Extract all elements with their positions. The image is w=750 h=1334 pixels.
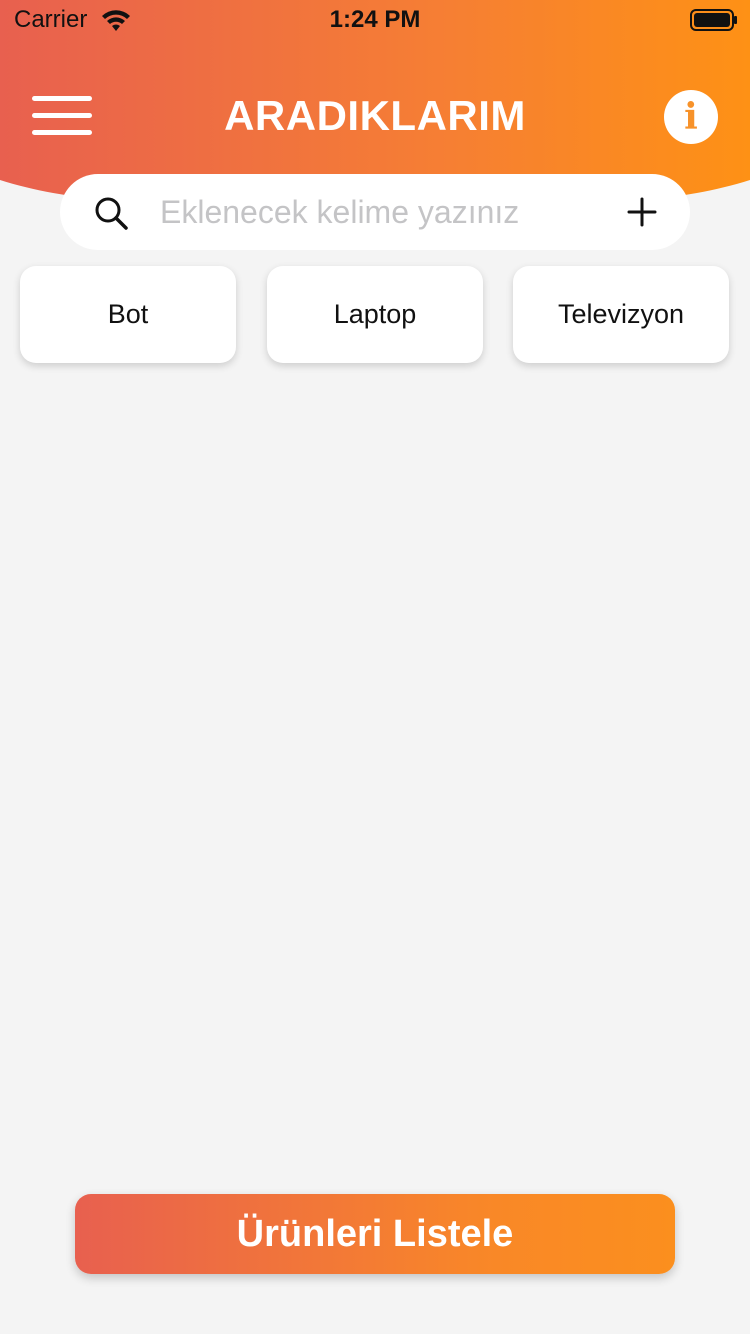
keyword-chip-label: Bot — [107, 299, 149, 329]
list-products-label: Ürünleri Listele — [236, 1213, 514, 1255]
keyword-chip-label: Televizyon — [557, 299, 685, 329]
keyword-chip[interactable]: Televizyon — [513, 266, 729, 363]
search-bar — [60, 174, 690, 250]
status-time: 1:24 PM — [329, 6, 421, 33]
keyword-chip-label: Laptop — [333, 299, 417, 329]
battery-icon — [690, 9, 737, 31]
keyword-chip[interactable]: Laptop — [267, 266, 483, 363]
search-icon — [95, 197, 128, 230]
page-title: ARADIKLARIM — [224, 92, 526, 139]
list-products-button[interactable]: Ürünleri Listele — [75, 1194, 675, 1274]
plus-icon[interactable] — [622, 192, 662, 232]
keyword-chip[interactable]: Bot — [20, 266, 236, 363]
search-input[interactable] — [160, 186, 600, 238]
status-bar: Carrier 1:24 PM — [0, 0, 750, 40]
info-glyph: i — [684, 96, 698, 138]
info-icon[interactable]: i — [664, 90, 718, 144]
